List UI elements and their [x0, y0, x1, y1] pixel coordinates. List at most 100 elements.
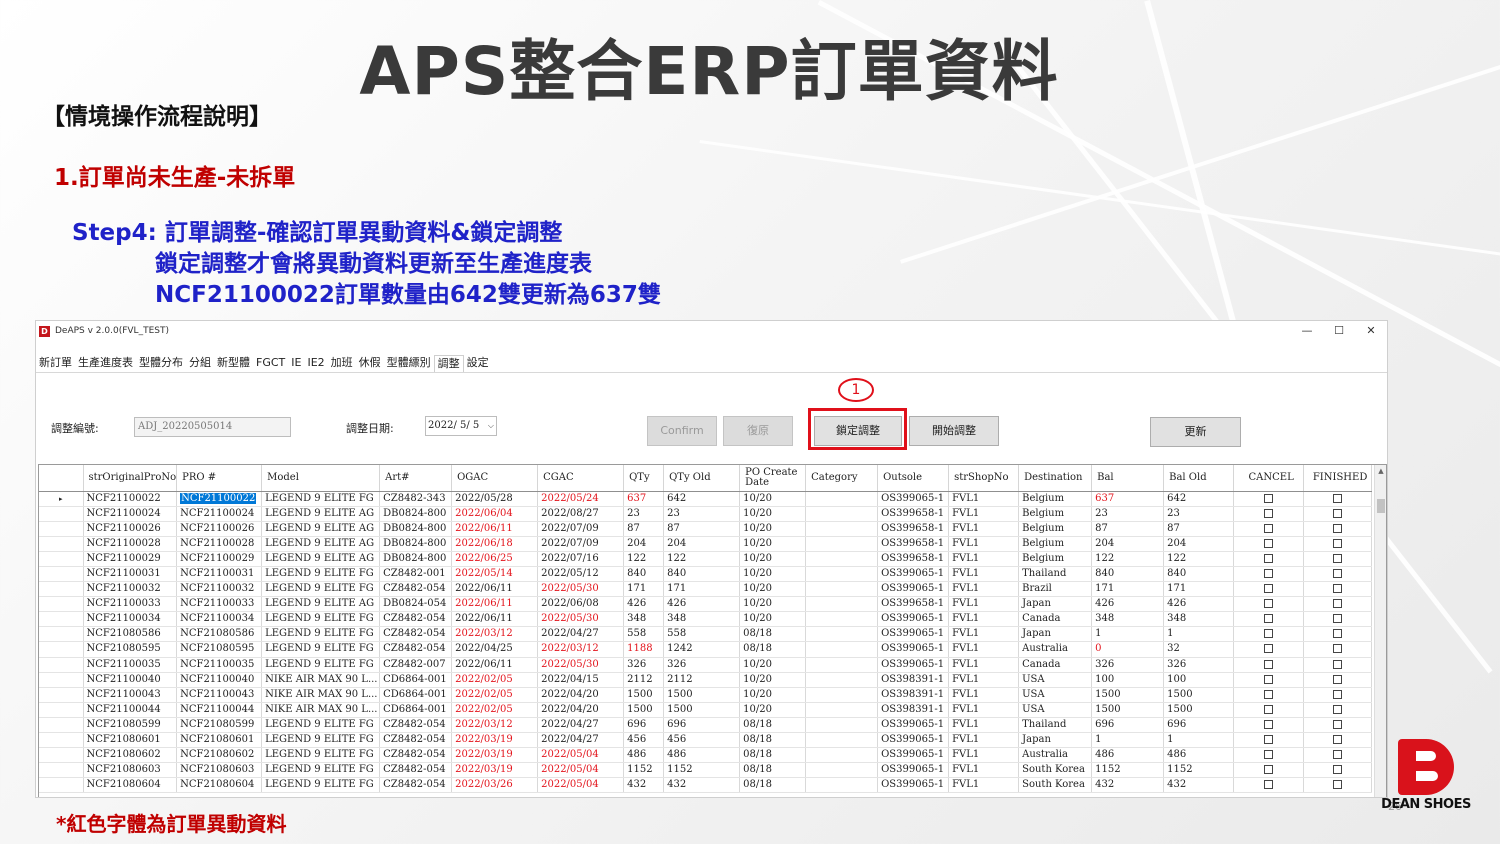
adjust-date-picker[interactable]: 2022/ 5/ 5 ⌵ — [425, 416, 497, 436]
grid-cell[interactable]: Thailand — [1018, 566, 1093, 583]
row-selector[interactable] — [39, 506, 84, 522]
grid-cell[interactable]: OS399065-1 — [877, 611, 950, 628]
grid-cell[interactable]: 1 — [1163, 732, 1235, 749]
grid-cell[interactable]: DB0824-800 — [379, 521, 453, 537]
grid-cell[interactable]: 204 — [623, 536, 665, 552]
grid-cell[interactable] — [805, 657, 879, 673]
column-header[interactable]: CGAC — [537, 465, 625, 492]
grid-cell[interactable]: FVL1 — [948, 687, 1020, 703]
grid-cell[interactable]: 2022/06/18 — [451, 536, 539, 552]
grid-cell[interactable]: 1500 — [663, 687, 741, 703]
grid-cell[interactable]: LEGEND 9 ELITE FG — [261, 581, 381, 598]
grid-cell[interactable]: 1500 — [1163, 702, 1235, 718]
menu-item[interactable]: 分組 — [186, 355, 214, 372]
column-header[interactable]: Model — [261, 465, 381, 492]
grid-cell[interactable]: Australia — [1018, 747, 1093, 764]
row-selector[interactable] — [39, 611, 84, 628]
grid-cell[interactable]: 642 — [663, 491, 741, 507]
grid-cell[interactable]: LEGEND 9 ELITE FG — [261, 491, 381, 507]
grid-cell[interactable]: NCF21100022 — [83, 491, 178, 507]
column-header[interactable]: strOriginalProNo — [83, 465, 178, 492]
grid-cell[interactable]: 456 — [663, 732, 741, 749]
table-row[interactable]: NCF21080601 NCF21080601 LEGEND 9 ELITE FG C… — [39, 732, 1373, 749]
grid-cell[interactable]: LEGEND 9 ELITE FG — [261, 611, 381, 628]
grid-cell[interactable]: NCF21100035 — [83, 657, 178, 673]
menu-item[interactable]: 新訂單 — [36, 355, 75, 372]
cancel-checkbox[interactable] — [1264, 719, 1274, 729]
grid-cell[interactable]: 1500 — [1091, 687, 1165, 703]
grid-cell[interactable]: 2022/03/12 — [451, 717, 539, 734]
row-selector[interactable] — [39, 596, 84, 613]
finished-checkbox[interactable] — [1333, 553, 1343, 563]
grid-cell[interactable]: Canada — [1018, 657, 1093, 673]
grid-cell[interactable]: LEGEND 9 ELITE FG — [261, 777, 381, 794]
grid-cell[interactable]: 171 — [663, 581, 741, 598]
grid-cell[interactable]: Brazil — [1018, 581, 1093, 598]
grid-cell[interactable] — [805, 762, 879, 779]
grid-cell[interactable]: 486 — [1091, 747, 1165, 764]
cancel-checkbox[interactable] — [1264, 780, 1274, 790]
table-row[interactable]: NCF21100033 NCF21100033 LEGEND 9 ELITE AG D… — [39, 596, 1373, 613]
grid-cell[interactable]: FVL1 — [948, 672, 1020, 688]
grid-cell[interactable]: LEGEND 9 ELITE FG — [261, 626, 381, 643]
cancel-checkbox[interactable] — [1264, 644, 1274, 654]
minimize-button[interactable]: — — [1291, 321, 1323, 341]
finished-checkbox[interactable] — [1333, 659, 1343, 669]
grid-cell[interactable]: OS399065-1 — [877, 762, 950, 779]
grid-cell[interactable]: 2022/05/12 — [537, 566, 625, 583]
grid-cell[interactable]: Belgium — [1018, 521, 1093, 537]
grid-cell[interactable]: 2022/07/09 — [537, 536, 625, 552]
table-row[interactable]: NCF21100032 NCF21100032 LEGEND 9 ELITE FG C… — [39, 581, 1373, 598]
table-row[interactable]: NCF21080603 NCF21080603 LEGEND 9 ELITE FG C… — [39, 762, 1373, 779]
grid-cell[interactable] — [805, 641, 879, 658]
grid-cell[interactable]: 2022/08/27 — [537, 506, 625, 522]
grid-cell[interactable]: CZ8482-001 — [379, 566, 453, 583]
grid-cell[interactable]: 2022/03/19 — [451, 747, 539, 764]
grid-cell[interactable]: NCF21080586 — [176, 626, 263, 643]
grid-cell[interactable]: 2022/07/09 — [537, 521, 625, 537]
confirm-button[interactable]: Confirm — [647, 416, 717, 446]
finished-checkbox[interactable] — [1333, 538, 1343, 548]
grid-cell[interactable]: 637 — [1091, 491, 1165, 507]
grid-cell[interactable]: 87 — [1163, 521, 1235, 537]
grid-cell[interactable]: Canada — [1018, 611, 1093, 628]
grid-cell[interactable]: 2022/02/05 — [451, 687, 539, 703]
grid-cell[interactable]: NCF21080595 — [176, 641, 263, 658]
grid-cell[interactable]: OS399065-1 — [877, 491, 950, 507]
grid-cell[interactable]: NCF21080602 — [83, 747, 178, 764]
grid-cell[interactable]: NIKE AIR MAX 90 L... — [261, 702, 381, 718]
grid-cell[interactable]: FVL1 — [948, 641, 1020, 658]
grid-cell[interactable]: NCF21100043 — [176, 687, 263, 703]
grid-cell[interactable]: 2022/05/14 — [451, 566, 539, 583]
maximize-button[interactable]: ☐ — [1323, 321, 1355, 341]
table-row[interactable]: NCF21100028 NCF21100028 LEGEND 9 ELITE AG D… — [39, 536, 1373, 552]
menu-item[interactable]: 設定 — [464, 355, 492, 372]
grid-cell[interactable]: LEGEND 9 ELITE FG — [261, 717, 381, 734]
column-header[interactable]: PRO # — [176, 465, 263, 492]
grid-cell[interactable]: NCF21100031 — [176, 566, 263, 583]
grid-cell[interactable]: 2112 — [623, 672, 665, 688]
grid-cell[interactable]: CZ8482-054 — [379, 581, 453, 598]
grid-cell[interactable]: 696 — [1163, 717, 1235, 734]
row-selector[interactable] — [39, 536, 84, 552]
grid-cell[interactable]: 87 — [623, 521, 665, 537]
grid-cell[interactable]: CZ8482-343 — [379, 491, 453, 507]
column-header[interactable]: OGAC — [451, 465, 539, 492]
grid-cell[interactable]: 2022/06/25 — [451, 551, 539, 567]
finished-checkbox[interactable] — [1333, 689, 1343, 699]
grid-cell[interactable]: 23 — [663, 506, 741, 522]
column-header[interactable]: Art# — [379, 465, 453, 492]
grid-cell[interactable]: FVL1 — [948, 506, 1020, 522]
grid-cell[interactable]: 2112 — [663, 672, 741, 688]
grid-cell[interactable]: NCF21100029 — [176, 551, 263, 567]
grid-cell[interactable]: FVL1 — [948, 581, 1020, 598]
grid-cell[interactable]: NCF21100044 — [176, 702, 263, 718]
finished-checkbox[interactable] — [1333, 599, 1343, 609]
table-row[interactable]: NCF21080604 NCF21080604 LEGEND 9 ELITE FG C… — [39, 777, 1373, 794]
grid-cell[interactable]: CZ8482-054 — [379, 611, 453, 628]
grid-cell[interactable]: LEGEND 9 ELITE AG — [261, 596, 381, 613]
grid-cell[interactable]: USA — [1018, 687, 1093, 703]
grid-cell[interactable]: CD6864-001 — [379, 687, 453, 703]
grid-cell[interactable]: 08/18 — [739, 717, 807, 734]
grid-cell[interactable]: 10/20 — [739, 611, 807, 628]
